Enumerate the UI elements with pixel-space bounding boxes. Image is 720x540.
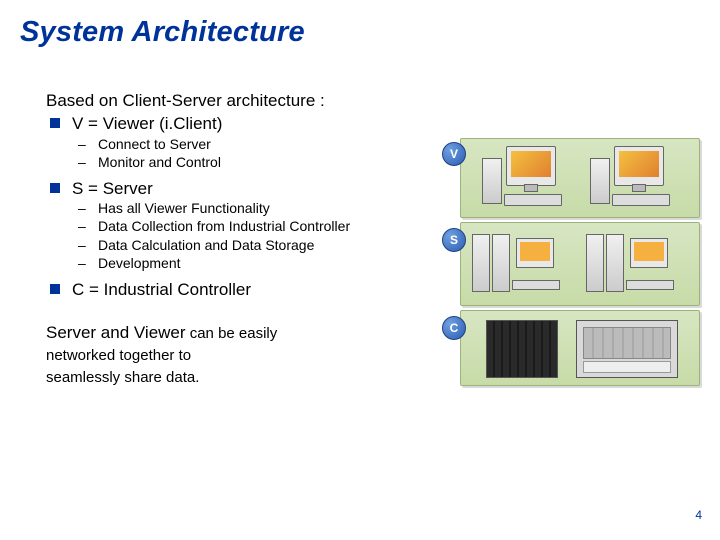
sub-bullet: –Development	[46, 255, 446, 273]
dash-icon: –	[78, 200, 86, 218]
architecture-diagram: V S	[442, 138, 700, 388]
monitor-icon	[506, 146, 556, 186]
plc-rack-icon	[486, 320, 558, 378]
sub-text: Data Calculation and Data Storage	[98, 237, 314, 253]
square-bullet-icon	[50, 284, 60, 294]
page-number: 4	[695, 508, 702, 522]
sub-bullet: –Data Collection from Industrial Control…	[46, 218, 446, 236]
tier-server: S	[442, 222, 700, 306]
tower-icon	[606, 234, 624, 292]
sub-bullet: –Data Calculation and Data Storage	[46, 237, 446, 255]
sub-bullet: –Monitor and Control	[46, 154, 446, 172]
tier-label-c: C	[442, 316, 466, 340]
plc-rack-icon	[576, 320, 678, 378]
keyboard-icon	[612, 194, 670, 206]
dash-icon: –	[78, 237, 86, 255]
sub-bullet: –Has all Viewer Functionality	[46, 200, 446, 218]
closing-small: networked together to	[46, 347, 191, 364]
bullet-v-text: V = Viewer (i.Client)	[72, 114, 222, 133]
closing-strong: Server and Viewer	[46, 323, 186, 342]
server-icon	[472, 230, 580, 298]
dash-icon: –	[78, 255, 86, 273]
tower-icon	[586, 234, 604, 292]
tower-icon	[590, 158, 610, 204]
monitor-stand-icon	[632, 184, 646, 192]
slide-body: Based on Client-Server architecture : V …	[46, 90, 446, 387]
dash-icon: –	[78, 136, 86, 154]
tier-viewer: V	[442, 138, 700, 218]
workstation-icon	[476, 146, 576, 210]
bullet-v: V = Viewer (i.Client)	[46, 113, 446, 134]
keyboard-icon	[504, 194, 562, 206]
tower-icon	[482, 158, 502, 204]
sub-text: Data Collection from Industrial Controll…	[98, 218, 350, 234]
closing-small: can be easily	[186, 325, 278, 342]
closing-text: Server and Viewer can be easily networke…	[46, 322, 346, 387]
slide-title: System Architecture	[20, 16, 305, 49]
workstation-icon	[584, 146, 684, 210]
bullet-c: C = Industrial Controller	[46, 279, 446, 300]
square-bullet-icon	[50, 118, 60, 128]
sub-text: Connect to Server	[98, 136, 211, 152]
server-icon	[586, 230, 692, 298]
tier-label-v: V	[442, 142, 466, 166]
sub-text: Monitor and Control	[98, 154, 221, 170]
sub-bullet: –Connect to Server	[46, 136, 446, 154]
tier-label-s: S	[442, 228, 466, 252]
keyboard-icon	[512, 280, 560, 290]
monitor-icon	[630, 238, 668, 268]
bullet-c-text: C = Industrial Controller	[72, 280, 251, 299]
sub-text: Has all Viewer Functionality	[98, 200, 270, 216]
closing-small: seamlessly share data.	[46, 369, 199, 386]
dash-icon: –	[78, 154, 86, 172]
bullet-s: S = Server	[46, 178, 446, 199]
sub-text: Development	[98, 255, 181, 271]
tower-icon	[492, 234, 510, 292]
monitor-icon	[614, 146, 664, 186]
tier-controller: C	[442, 310, 700, 386]
tower-icon	[472, 234, 490, 292]
bullet-s-text: S = Server	[72, 179, 153, 198]
monitor-icon	[516, 238, 554, 268]
slide: System Architecture Based on Client-Serv…	[0, 0, 720, 540]
keyboard-icon	[626, 280, 674, 290]
dash-icon: –	[78, 218, 86, 236]
square-bullet-icon	[50, 183, 60, 193]
monitor-stand-icon	[524, 184, 538, 192]
intro-text: Based on Client-Server architecture :	[46, 90, 446, 111]
